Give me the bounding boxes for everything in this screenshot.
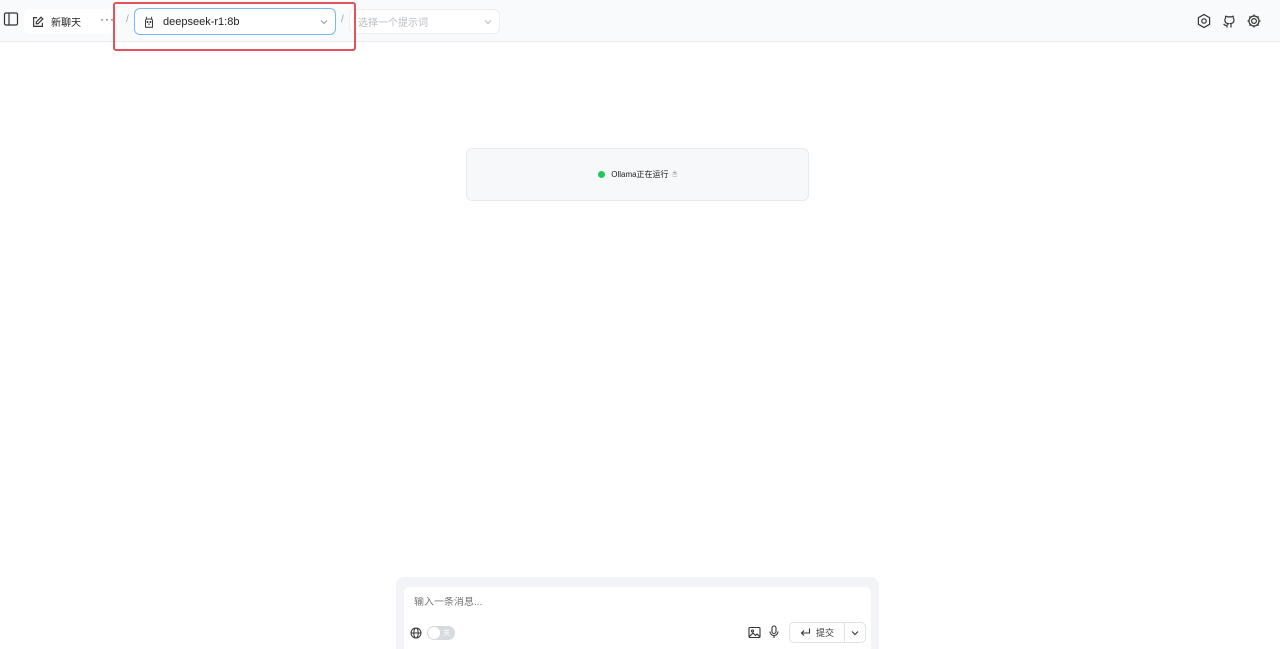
status-card: Ollama正在运行 🖱 [466,148,809,201]
llama-icon [142,15,156,29]
edit-icon [31,15,45,29]
status-dot [598,171,606,178]
model-select[interactable]: deepseek-r1:8b [134,8,336,35]
breadcrumb-separator: / [341,14,344,25]
sidebar-toggle-icon[interactable] [3,11,19,27]
chevron-down-icon [484,20,492,25]
submit-label: 提交 [815,628,834,638]
message-input[interactable] [414,597,714,608]
mic-icon[interactable] [768,625,780,639]
web-search-toggle[interactable]: 关 [427,626,455,640]
settings-icon[interactable] [1196,13,1212,29]
top-bar: 新聊天 ··· / deepseek-r1:8b / 选择一个提示词 [0,0,1280,42]
prompt-select-placeholder: 选择一个提示词 [358,18,428,29]
new-chat-label: 新聊天 [51,18,81,29]
submit-group: 提交 [789,622,866,643]
toggle-knob [428,627,440,639]
submit-options-button[interactable] [845,623,865,642]
gear-icon[interactable] [1246,13,1262,29]
more-options-button[interactable]: ··· [100,12,115,26]
cursor-icon: 🖱 [672,170,677,178]
submit-button[interactable]: 提交 [790,623,845,642]
model-select-value: deepseek-r1:8b [163,15,240,28]
chevron-down-icon [320,20,328,25]
prompt-select[interactable]: 选择一个提示词 [349,9,500,34]
breadcrumb-separator: / [126,14,129,25]
enter-icon [800,627,811,638]
status-text: Ollama正在运行 [611,170,669,179]
composer: 关 提交 [404,587,871,649]
chevron-down-icon [851,630,859,635]
github-icon[interactable] [1221,13,1237,29]
image-icon[interactable] [748,626,761,639]
globe-icon[interactable] [410,627,422,639]
toggle-label: 关 [443,630,450,637]
